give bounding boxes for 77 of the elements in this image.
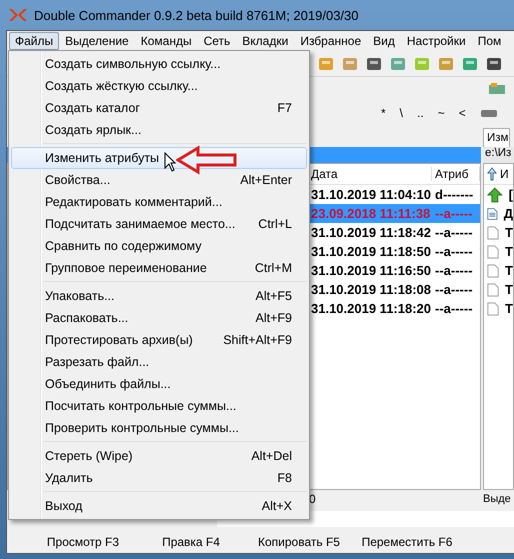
menu-item[interactable]: Создать символьную ссылку... xyxy=(11,53,307,75)
path-shortcut[interactable]: * xyxy=(381,106,386,120)
menu-bar-item[interactable]: Пом xyxy=(472,32,508,50)
file-name: Д xyxy=(502,206,513,221)
date-cell-text: 31.10.2019 11:18:42 xyxy=(310,225,432,240)
attributes-cell-text: --a----- xyxy=(434,263,474,278)
menu-bar-item[interactable]: Вкладки xyxy=(236,32,294,50)
menu-item[interactable]: Удалить F8 xyxy=(11,467,307,489)
function-key-button[interactable]: Копировать F5 xyxy=(245,532,353,550)
file-name: Т xyxy=(504,282,513,297)
menu-item[interactable]: Упаковать... Alt+F5 xyxy=(11,285,307,307)
menu-item[interactable]: Протестировать архив(ы) Shift+Alt+F9 xyxy=(11,329,307,351)
menu-bar-item[interactable]: Файлы xyxy=(9,32,60,50)
menu-bar-item[interactable]: Вид xyxy=(367,32,401,50)
cursor-icon xyxy=(164,152,176,172)
attributes-cell-text: --a----- xyxy=(434,225,474,240)
column-header[interactable]: И xyxy=(500,167,509,181)
date-cell-text: 23.09.2018 11:11:38 xyxy=(310,206,432,221)
menu-item[interactable]: Свойства... Alt+Enter xyxy=(11,169,307,191)
file-name: Т xyxy=(504,263,513,278)
window-title: Double Commander 0.9.2 beta build 8761M; 2019/03/30 xyxy=(34,8,358,22)
file-name: [ xyxy=(508,187,513,202)
file-icon xyxy=(487,282,500,298)
path-shortcut[interactable]: < xyxy=(458,106,466,120)
path-shortcut[interactable]: \ xyxy=(400,106,404,120)
menu-item[interactable]: Сравнить по содержимому xyxy=(11,235,307,257)
file-name: Т xyxy=(504,225,513,240)
menu-item[interactable]: Объединить файлы... xyxy=(11,373,307,395)
menu-bar-item[interactable]: Избранное xyxy=(294,32,368,50)
status-text: Выде xyxy=(483,493,511,505)
arrow-annotation xyxy=(176,145,238,175)
menu-item[interactable]: Редактировать комментарий... xyxy=(11,191,307,213)
attributes-cell-text: --a----- xyxy=(434,301,474,316)
menu-item[interactable]: Подсчитать занимаемое место... Ctrl+L xyxy=(11,213,307,235)
date-cell-text: 31.10.2019 11:18:08 xyxy=(310,282,432,297)
attributes-cell-text: d------- xyxy=(434,187,474,202)
file-icon xyxy=(487,244,500,260)
menu-bar-item[interactable]: Сеть xyxy=(198,32,236,50)
file-name: Т xyxy=(504,244,513,259)
menu-bar-item[interactable]: Настройки xyxy=(400,32,472,50)
function-key-button[interactable]: Переместить F6 xyxy=(353,532,461,550)
menu-item[interactable]: Проверить контрольные суммы... xyxy=(11,417,307,439)
drive-icon[interactable] xyxy=(487,80,507,96)
attributes-cell-text: --a----- xyxy=(434,244,474,259)
sort-arrow-icon xyxy=(487,167,497,181)
function-key-button[interactable]: Просмотр F3 xyxy=(29,532,137,550)
date-cell-text: 31.10.2019 11:04:10 xyxy=(310,187,432,202)
document-icon xyxy=(487,206,498,222)
menu-item[interactable]: Выход Alt+X xyxy=(11,495,307,517)
menu-bar-item[interactable]: Команды xyxy=(134,32,198,50)
up-arrow-icon xyxy=(487,186,503,202)
menu-item[interactable]: Посчитать контрольные суммы... xyxy=(11,395,307,417)
file-icon xyxy=(487,262,500,278)
menu-item[interactable]: Создать каталог F7 xyxy=(11,97,307,119)
menu-item[interactable]: Создать жёсткую ссылку... xyxy=(11,75,307,97)
date-cell-text: 31.10.2019 11:18:50 xyxy=(310,244,432,259)
attributes-cell-text: --a----- xyxy=(434,206,474,221)
function-key-button[interactable]: Правка F4 xyxy=(137,532,245,550)
menu-item[interactable]: Стереть (Wipe) Alt+Del xyxy=(11,445,307,467)
attributes-cell-text: --a----- xyxy=(434,282,474,297)
path-shortcut[interactable]: .. xyxy=(417,106,424,120)
file-icon xyxy=(487,300,500,316)
menu-item[interactable]: Создать ярлык... xyxy=(11,119,307,141)
menu-item[interactable]: Распаковать... Alt+F9 xyxy=(11,307,307,329)
path-label: e:\Из xyxy=(483,147,514,163)
menu-item[interactable]: Групповое переименование Ctrl+M xyxy=(11,257,307,279)
file-name: Т xyxy=(504,301,513,316)
date-cell-text: 31.10.2019 11:16:50 xyxy=(310,263,432,278)
path-shortcut[interactable]: ~ xyxy=(438,106,445,120)
menu-item[interactable]: Изменить атрибуты xyxy=(11,147,307,169)
panel-tab[interactable]: Изм xyxy=(483,128,510,147)
app-logo-icon xyxy=(8,7,28,23)
file-icon xyxy=(487,224,500,240)
date-cell-text: 31.10.2019 11:18:20 xyxy=(310,301,432,316)
menu-bar-item[interactable]: Выделение xyxy=(59,32,135,50)
column-header[interactable]: Атриб xyxy=(432,167,480,181)
menu-item[interactable]: Разрезать файл... xyxy=(11,351,307,373)
